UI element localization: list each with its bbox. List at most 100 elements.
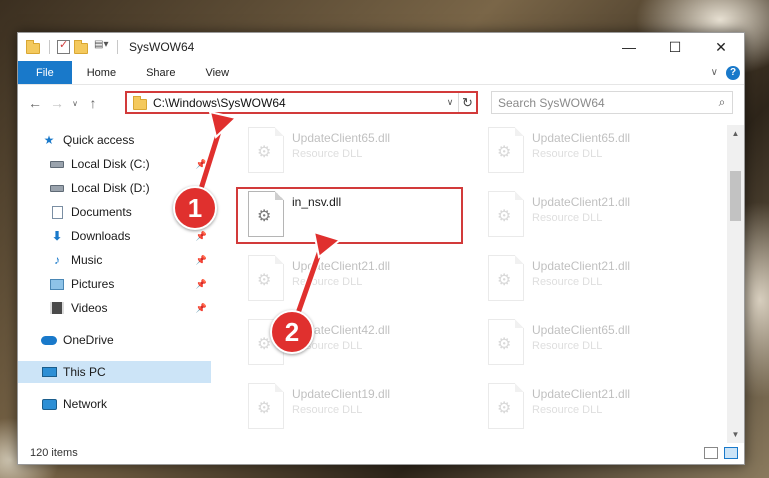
videos-icon bbox=[48, 300, 66, 316]
documents-icon bbox=[48, 204, 66, 220]
ribbon-tabs: File Home Share View ∨ ? bbox=[18, 61, 744, 85]
file-item[interactable]: ⚙ UpdateClient65.dll Resource DLL bbox=[488, 319, 713, 373]
pin-icon[interactable]: 📌 bbox=[196, 255, 207, 266]
close-button[interactable]: ✕ bbox=[698, 33, 744, 61]
dll-file-icon: ⚙ bbox=[248, 383, 284, 429]
large-icons-view-icon[interactable] bbox=[724, 447, 738, 459]
sidebar-item-label: Local Disk (D:) bbox=[71, 181, 150, 195]
search-input[interactable]: Search SysWOW64 bbox=[498, 96, 712, 110]
this-pc-icon bbox=[40, 364, 58, 380]
up-button[interactable]: ↑ bbox=[82, 95, 104, 111]
address-path[interactable]: C:\Windows\SysWOW64 bbox=[153, 96, 442, 110]
pin-icon[interactable]: 📌 bbox=[196, 159, 207, 170]
file-list: ⚙ UpdateClient65.dll Resource DLL ⚙ Updat… bbox=[218, 125, 727, 443]
sidebar-item-onedrive[interactable]: OneDrive bbox=[18, 329, 211, 351]
sidebar-item-label: Music bbox=[71, 253, 103, 267]
network-icon bbox=[40, 396, 58, 412]
file-type: Resource DLL bbox=[532, 404, 603, 416]
toolbar-separator bbox=[49, 40, 50, 54]
new-folder-icon[interactable] bbox=[74, 39, 90, 55]
window-title: SysWOW64 bbox=[129, 40, 195, 54]
star-icon: ★ bbox=[43, 133, 55, 147]
file-name: UpdateClient21.dll bbox=[532, 195, 631, 209]
file-type: Resource DLL bbox=[532, 276, 603, 288]
recent-locations-button[interactable]: ∨ bbox=[68, 99, 82, 108]
file-item[interactable]: ⚙ UpdateClient65.dll Resource DLL bbox=[248, 127, 473, 181]
file-item[interactable]: ⚙ UpdateClient21.dll Resource DLL bbox=[248, 255, 473, 309]
file-item[interactable]: ⚙ UpdateClient21.dll Resource DLL bbox=[488, 255, 713, 309]
properties-icon[interactable] bbox=[57, 38, 70, 54]
sidebar-item-videos[interactable]: Videos 📌 bbox=[18, 297, 211, 319]
file-type: Resource DLL bbox=[532, 212, 603, 224]
scroll-down-icon[interactable]: ▼ bbox=[727, 426, 744, 443]
tab-home[interactable]: Home bbox=[72, 61, 131, 84]
file-name: UpdateClient21.dll bbox=[292, 259, 391, 273]
ribbon-right-controls: ∨ ? bbox=[711, 61, 744, 84]
sidebar-item-music[interactable]: ♪ Music 📌 bbox=[18, 249, 211, 271]
sidebar-item-pictures[interactable]: Pictures 📌 bbox=[18, 273, 211, 295]
file-item[interactable]: ⚙ UpdateClient65.dll Resource DLL bbox=[488, 127, 713, 181]
title-bar: ▤▾ SysWOW64 — ☐ ✕ bbox=[18, 33, 744, 61]
step-marker-1: 1 bbox=[173, 186, 217, 230]
navigation-bar: ← → ∨ ↑ C:\Windows\SysWOW64 ∨ ↻ Search S… bbox=[18, 88, 744, 118]
sidebar-item-label: Videos bbox=[71, 301, 108, 315]
chevron-down-icon[interactable]: ∨ bbox=[442, 97, 458, 108]
sidebar-item-downloads[interactable]: ⬇ Downloads 📌 bbox=[18, 225, 211, 247]
minimize-button[interactable]: — bbox=[606, 33, 652, 61]
pictures-icon bbox=[48, 276, 66, 292]
address-bar[interactable]: C:\Windows\SysWOW64 ∨ ↻ bbox=[125, 91, 478, 114]
file-name: UpdateClient65.dll bbox=[532, 323, 631, 337]
sidebar-item-local-disk-c[interactable]: Local Disk (C:) 📌 bbox=[18, 153, 211, 175]
sidebar-item-network[interactable]: Network bbox=[18, 393, 211, 415]
file-type: Resource DLL bbox=[292, 404, 363, 416]
pin-icon[interactable]: 📌 bbox=[196, 303, 207, 314]
forward-button[interactable]: → bbox=[46, 95, 68, 111]
help-icon[interactable]: ? bbox=[726, 65, 740, 80]
file-type: Resource DLL bbox=[292, 148, 363, 160]
file-type: Resource DLL bbox=[532, 148, 603, 160]
sidebar-item-label: This PC bbox=[63, 365, 106, 379]
scroll-up-icon[interactable]: ▲ bbox=[727, 125, 744, 142]
tab-share[interactable]: Share bbox=[131, 61, 190, 84]
file-name: UpdateClient65.dll bbox=[532, 131, 631, 145]
sidebar-item-label: Downloads bbox=[71, 229, 131, 243]
back-button[interactable]: ← bbox=[24, 95, 46, 111]
dll-file-icon: ⚙ bbox=[488, 319, 524, 365]
dll-file-icon: ⚙ bbox=[488, 127, 524, 173]
quick-access-toolbar: ▤▾ bbox=[18, 38, 121, 55]
navigation-pane: ★ Quick access Local Disk (C:) 📌 Local D… bbox=[18, 125, 211, 443]
sidebar-item-label: Quick access bbox=[63, 133, 135, 147]
sidebar-item-quick-access[interactable]: ★ Quick access bbox=[18, 129, 211, 151]
search-icon[interactable]: ⌕ bbox=[712, 95, 732, 110]
dll-file-icon: ⚙ bbox=[248, 127, 284, 173]
view-switcher bbox=[704, 447, 738, 459]
file-item[interactable]: ⚙ UpdateClient21.dll Resource DLL bbox=[488, 383, 713, 437]
file-type: Resource DLL bbox=[532, 340, 603, 352]
customize-toolbar-icon[interactable]: ▤▾ bbox=[94, 39, 110, 55]
file-name: UpdateClient65.dll bbox=[292, 131, 391, 145]
pin-icon[interactable]: 📌 bbox=[196, 231, 207, 242]
file-type: Resource DLL bbox=[292, 276, 363, 288]
tab-view[interactable]: View bbox=[190, 61, 244, 84]
scrollbar-thumb[interactable] bbox=[730, 171, 741, 221]
sidebar-item-label: Documents bbox=[71, 205, 132, 219]
sidebar-item-label: Pictures bbox=[71, 277, 115, 291]
dll-file-icon: ⚙ bbox=[488, 191, 524, 237]
file-name: UpdateClient21.dll bbox=[532, 259, 631, 273]
details-view-icon[interactable] bbox=[704, 447, 718, 459]
search-box[interactable]: Search SysWOW64 ⌕ bbox=[491, 91, 733, 114]
refresh-button[interactable]: ↻ bbox=[458, 93, 476, 112]
sidebar-item-this-pc[interactable]: This PC bbox=[18, 361, 211, 383]
vertical-scrollbar[interactable]: ▲ ▼ bbox=[727, 125, 744, 443]
highlight-box bbox=[236, 187, 463, 244]
maximize-button[interactable]: ☐ bbox=[652, 33, 698, 61]
expand-ribbon-icon[interactable]: ∨ bbox=[711, 67, 718, 78]
file-item[interactable]: ⚙ UpdateClient19.dll Resource DLL bbox=[248, 383, 473, 437]
downloads-icon: ⬇ bbox=[51, 229, 63, 243]
pin-icon[interactable]: 📌 bbox=[196, 279, 207, 290]
file-item[interactable]: ⚙ UpdateClient21.dll Resource DLL bbox=[488, 191, 713, 245]
onedrive-icon bbox=[40, 332, 58, 348]
explorer-window: ▤▾ SysWOW64 — ☐ ✕ File Home Share View ∨… bbox=[17, 32, 745, 465]
file-name: UpdateClient19.dll bbox=[292, 387, 391, 401]
tab-file[interactable]: File bbox=[18, 61, 72, 84]
